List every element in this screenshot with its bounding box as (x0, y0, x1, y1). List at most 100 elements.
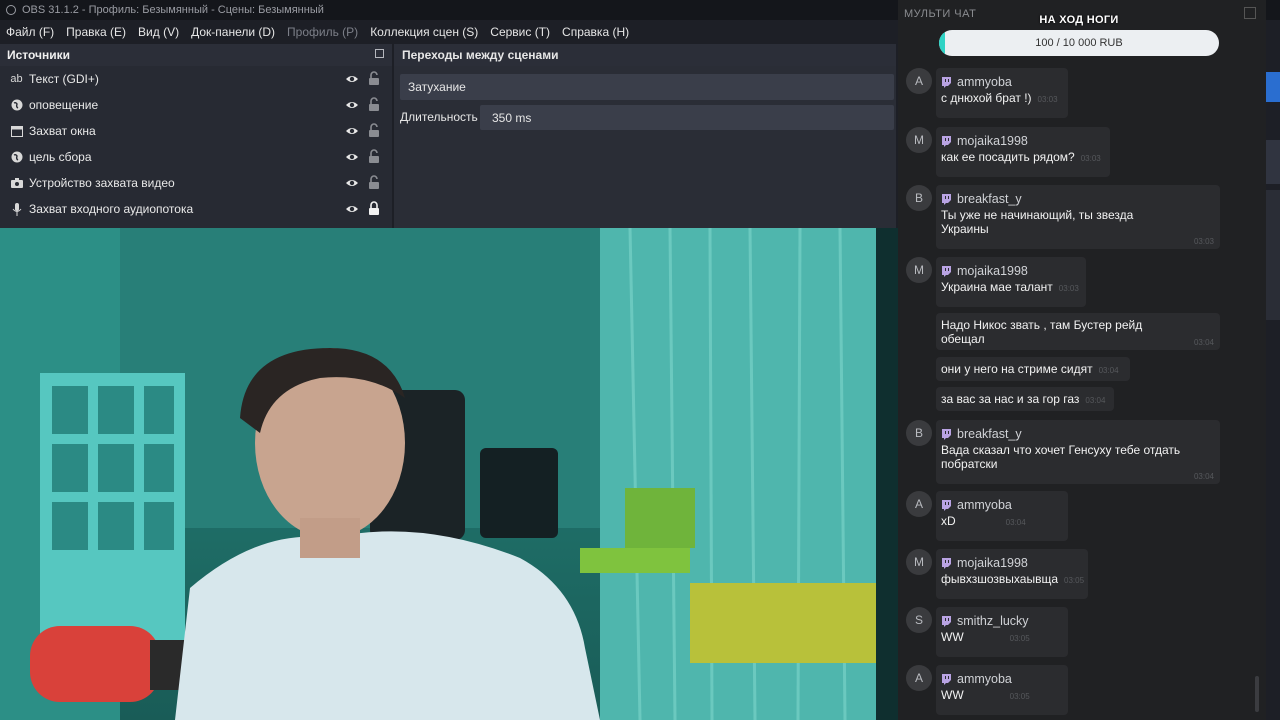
menu-file[interactable]: Файл (F) (0, 25, 60, 39)
chat-bubble: за вас за нас и за гор газ 03:04 (936, 387, 1114, 411)
source-item-window-capture[interactable]: Захват окна (0, 118, 392, 144)
menu-tools[interactable]: Сервис (T) (484, 25, 556, 39)
goal-progress-text: 100 / 10 000 RUB (1035, 37, 1123, 49)
background-button[interactable] (1266, 72, 1280, 102)
source-label: цель сбора (29, 150, 92, 164)
source-label: оповещение (29, 98, 99, 112)
chat-time: 03:03 (1080, 154, 1101, 163)
source-item-video-capture[interactable]: Устройство захвата видео (0, 170, 392, 196)
background-window-edge (1266, 20, 1280, 720)
source-item-text[interactable]: ab Текст (GDI+) (0, 66, 392, 92)
chat-time: 03:03 (1037, 95, 1058, 104)
globe-icon (10, 151, 23, 164)
chat-username: mojaika1998 (957, 264, 1028, 278)
chat-text: WW (941, 688, 964, 702)
chat-username: ammyoba (957, 672, 1012, 686)
avatar: S (906, 607, 932, 633)
camera-icon (10, 177, 23, 190)
unlocked-icon[interactable] (368, 71, 380, 86)
source-label: Захват входного аудиопотока (29, 202, 194, 216)
unlocked-icon[interactable] (368, 175, 380, 190)
undock-icon[interactable] (375, 49, 384, 58)
chat-bubble: ammyoba WW 03:05 (936, 665, 1068, 715)
twitch-icon (942, 557, 951, 569)
visibility-eye-icon[interactable] (345, 202, 359, 216)
visibility-eye-icon[interactable] (345, 98, 359, 112)
unlocked-icon[interactable] (368, 123, 380, 138)
source-item-goal[interactable]: цель сбора (0, 144, 392, 170)
webcam-feed-image (0, 228, 876, 720)
chat-text: они у него на стриме сидят (941, 362, 1093, 376)
close-icon[interactable] (1244, 7, 1256, 19)
chat-text: Надо Никос звать , там Бустер рейд обеща… (941, 318, 1143, 346)
sources-title: Источники (7, 48, 71, 62)
source-label: Текст (GDI+) (29, 72, 99, 86)
avatar: B (906, 185, 932, 211)
avatar: M (906, 257, 932, 283)
chat-bubble: smithz_lucky WW 03:05 (936, 607, 1068, 657)
duration-input[interactable]: 350 ms (480, 105, 894, 130)
menu-view[interactable]: Вид (V) (132, 25, 185, 39)
chat-time: 03:04 (1193, 472, 1214, 481)
menu-profile: Профиль (P) (287, 25, 359, 39)
sources-dock: Источники ab Текст (GDI+) оповещение Зах… (0, 44, 392, 228)
chat-text: WW (941, 630, 964, 644)
chat-username: mojaika1998 (957, 134, 1028, 148)
twitch-icon (942, 673, 951, 685)
menu-edit[interactable]: Правка (E) (60, 25, 132, 39)
chat-text: xD (941, 514, 956, 528)
chat-bubble: ammyoba xD 03:04 (936, 491, 1068, 541)
multichat-panel: МУЛЬТИ ЧАТ НА ХОД НОГИ 100 / 10 000 RUB … (898, 0, 1266, 720)
preview-edge (876, 228, 898, 720)
twitch-icon (942, 499, 951, 511)
source-item-alert[interactable]: оповещение (0, 92, 392, 118)
transitions-title: Переходы между сценами (394, 44, 896, 66)
chat-username: breakfast_y (957, 427, 1022, 441)
chat-text: Украина мае талант (941, 280, 1053, 294)
menu-docks[interactable]: Док-панели (D) (185, 25, 281, 39)
chat-bubble: mojaika1998 Украина мае талант 03:03 (936, 257, 1086, 307)
chat-time: 03:03 (1058, 284, 1079, 293)
globe-icon (10, 99, 23, 112)
chat-bubble: mojaika1998 как ее посадить рядом? 03:03 (936, 127, 1110, 177)
chat-username: ammyoba (957, 75, 1012, 89)
source-item-audio-input[interactable]: Захват входного аудиопотока (0, 196, 392, 222)
chat-time: 03:03 (1193, 237, 1214, 246)
unlocked-icon[interactable] (368, 97, 380, 112)
twitch-icon (942, 265, 951, 277)
locked-icon[interactable] (368, 201, 380, 216)
twitch-icon (942, 615, 951, 627)
goal-title: НА ХОД НОГИ (1039, 14, 1119, 26)
visibility-eye-icon[interactable] (345, 124, 359, 138)
menu-scene-collection[interactable]: Коллекция сцен (S) (364, 25, 484, 39)
duration-label: Длительность (400, 110, 478, 124)
background-panel (1266, 140, 1280, 184)
twitch-icon (942, 76, 951, 88)
obs-logo-icon (6, 5, 16, 15)
avatar: A (906, 665, 932, 691)
chat-bubble: ammyoba с днюхой брат !) 03:03 (936, 68, 1068, 118)
chat-text: Ты уже не начинающий, ты звезда Украины (941, 208, 1134, 236)
avatar: B (906, 420, 932, 446)
chat-text: Вада сказал что хочет Генсуху тебе отдат… (941, 443, 1181, 471)
preview-canvas[interactable] (0, 228, 876, 720)
source-label: Устройство захвата видео (29, 176, 175, 190)
chat-username: smithz_lucky (957, 614, 1029, 628)
chat-bubble: они у него на стриме сидят 03:04 (936, 357, 1130, 381)
twitch-icon (942, 193, 951, 205)
avatar: M (906, 549, 932, 575)
avatar: M (906, 127, 932, 153)
chat-text: фывхзшозвыхаывща (941, 572, 1058, 586)
visibility-eye-icon[interactable] (345, 176, 359, 190)
chat-time: 03:04 (1193, 338, 1214, 347)
visibility-eye-icon[interactable] (345, 72, 359, 86)
transition-select[interactable]: Затухание (400, 74, 894, 100)
unlocked-icon[interactable] (368, 149, 380, 164)
chat-scrollbar[interactable] (1255, 676, 1259, 712)
chat-username: breakfast_y (957, 192, 1022, 206)
visibility-eye-icon[interactable] (345, 150, 359, 164)
window-title: OBS 31.1.2 - Профиль: Безымянный - Сцены… (22, 4, 324, 16)
menu-help[interactable]: Справка (H) (556, 25, 635, 39)
source-label: Захват окна (29, 124, 96, 138)
microphone-icon (10, 202, 23, 216)
